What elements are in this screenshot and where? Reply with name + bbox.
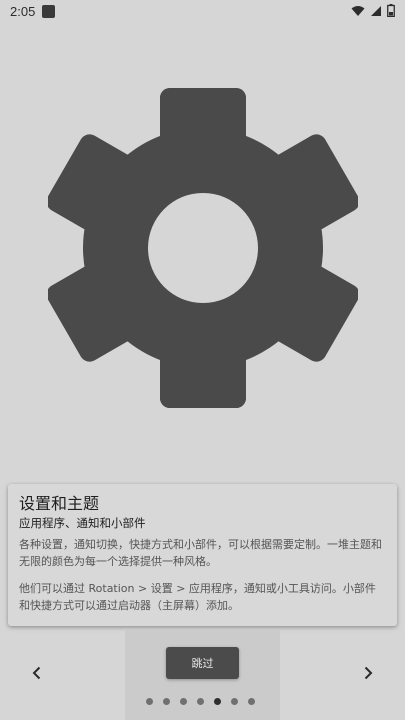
signal-icon bbox=[371, 5, 381, 16]
chevron-right-icon bbox=[364, 666, 373, 680]
chevron-left-icon bbox=[32, 666, 41, 680]
card-subtitle: 应用程序、通知和小部件 bbox=[19, 516, 146, 530]
next-button[interactable] bbox=[353, 658, 383, 688]
gear-icon bbox=[46, 88, 360, 408]
card-title: 设置和主题 bbox=[19, 494, 100, 513]
hero-illustration bbox=[46, 88, 360, 408]
status-time: 2:05 bbox=[10, 3, 36, 19]
info-card: 设置和主题 应用程序、通知和小部件 各种设置，通知切换，快捷方式和小部件，可以根… bbox=[8, 484, 397, 626]
page-dot[interactable] bbox=[197, 698, 204, 705]
previous-button[interactable] bbox=[22, 658, 52, 688]
card-paragraph: 各种设置，通知切换，快捷方式和小部件，可以根据需要定制。一堆主题和无限的颜色为每… bbox=[19, 538, 382, 568]
page-dot-active[interactable] bbox=[214, 698, 221, 705]
page-indicator bbox=[146, 698, 255, 705]
bottom-navigation: 跳过 bbox=[0, 630, 405, 720]
page-dot[interactable] bbox=[248, 698, 255, 705]
skip-button[interactable]: 跳过 bbox=[166, 647, 239, 679]
battery-icon bbox=[387, 4, 395, 17]
gear-hole bbox=[148, 193, 258, 303]
page-dot[interactable] bbox=[231, 698, 238, 705]
page-dot[interactable] bbox=[146, 698, 153, 705]
page-dot[interactable] bbox=[163, 698, 170, 705]
status-bar: 2:05 bbox=[0, 0, 405, 22]
page-dot[interactable] bbox=[180, 698, 187, 705]
wifi-icon bbox=[351, 5, 365, 16]
notification-icon bbox=[42, 4, 56, 18]
card-paragraph: 他们可以通过 Rotation > 设置 > 应用程序，通知或小工具访问。小部件… bbox=[19, 582, 376, 612]
status-icons bbox=[351, 4, 395, 17]
